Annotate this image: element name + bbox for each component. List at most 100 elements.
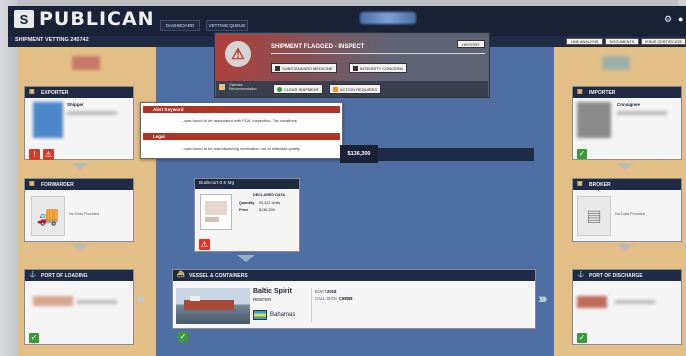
vessel-flag bbox=[253, 310, 267, 320]
operator-recommendation-label: Operator Recommendation bbox=[229, 83, 257, 91]
forwarder-no-data: No Data Provided bbox=[69, 212, 99, 216]
price-value: $136,300 bbox=[259, 208, 275, 212]
broker-card[interactable]: ▣ BROKER ▤ No Data Provided bbox=[572, 178, 682, 242]
cargo-chevron bbox=[237, 255, 255, 262]
tab-dashboard[interactable]: DASHBOARD bbox=[160, 20, 200, 31]
discharge-arrows: ›››› bbox=[538, 290, 548, 306]
shipment-title: SHIPMENT VETTING 245742 bbox=[15, 37, 89, 43]
integrity-icon bbox=[353, 65, 358, 71]
forwarder-header: ▣ FORWARDER bbox=[25, 179, 133, 190]
forwarder-truck-icon: 🚚 bbox=[31, 196, 65, 236]
importer-card[interactable]: ▣ IMPORTER Consignee ✓ bbox=[572, 86, 682, 160]
issue-certificate-button[interactable]: ISSUE CERTIFICATE bbox=[641, 38, 686, 45]
exporter-chevron bbox=[71, 163, 89, 170]
quantity-label: Quantity bbox=[239, 201, 255, 205]
port-of-loading-flag bbox=[33, 296, 73, 306]
port-of-loading-card[interactable]: ⚓ PORT OF LOADING ✓ bbox=[24, 269, 134, 345]
call-sign-value: C6EB8 bbox=[339, 296, 353, 301]
user-icon[interactable]: ● bbox=[678, 14, 683, 24]
vessel-type: REEFER bbox=[253, 297, 272, 302]
vessel-name: Baltic Spirit bbox=[253, 288, 292, 295]
cargo-warning-icon[interactable]: ⚠ bbox=[199, 239, 210, 250]
vessel-card[interactable]: ⛴ VESSEL & CONTAINERS Baltic Spirit REEFE… bbox=[172, 269, 536, 329]
tag-substandard-medicine[interactable]: SUBSTANDARD MEDICINE bbox=[271, 63, 337, 73]
clear-shipment-button[interactable]: CLEAR SHIPMENT bbox=[273, 84, 324, 94]
flag-divider bbox=[271, 53, 485, 54]
importer-icon: ▣ bbox=[577, 89, 583, 95]
exporter-country-flag bbox=[72, 56, 100, 70]
legal-heading: Legal bbox=[143, 133, 340, 140]
action-required-button[interactable]: ACTION REQUIRED bbox=[329, 84, 382, 94]
price-label: Price bbox=[239, 208, 249, 212]
importer-check-icon[interactable]: ✓ bbox=[577, 149, 587, 159]
port-of-discharge-name bbox=[615, 300, 655, 304]
exporter-card[interactable]: ▣ EXPORTER Shipper ! ⚠ bbox=[24, 86, 134, 160]
brand-logo[interactable]: S PUBLICAN bbox=[14, 8, 155, 30]
importer-chevron bbox=[616, 163, 634, 170]
medicine-icon bbox=[275, 65, 280, 71]
broker-header: ▣ BROKER bbox=[573, 179, 681, 190]
vessel-header: ⛴ VESSEL & CONTAINERS bbox=[173, 270, 535, 281]
tab-vetting-queue[interactable]: VETTING QUEUE bbox=[206, 20, 248, 31]
cargo-card[interactable]: Budecort 0.5 Mg DECLARED DATA Quantity 9… bbox=[194, 178, 300, 252]
alert-popup: Alert Keyword ...was found to be associa… bbox=[140, 102, 343, 159]
tag-integrity-concern[interactable]: INTEGRITY CONCERN bbox=[349, 63, 407, 73]
broker-id-icon: ▤ bbox=[577, 196, 611, 236]
built-value: 2018 bbox=[327, 289, 337, 294]
broker-chevron bbox=[616, 244, 634, 251]
ship-icon: ⛴ bbox=[177, 272, 185, 278]
alert-keyword-text: ...was found to be associated with FDA, … bbox=[181, 118, 297, 123]
logo-icon: S bbox=[14, 10, 34, 28]
exporter-name-redacted bbox=[67, 111, 117, 115]
operator-icon bbox=[219, 84, 225, 90]
importer-logo bbox=[577, 102, 611, 138]
discharge-port-icon: ⚓ bbox=[577, 272, 585, 278]
importer-role: Consignee bbox=[617, 102, 641, 107]
cargo-title: Budecort 0.5 Mg bbox=[195, 179, 299, 189]
flag-title: SHIPMENT FLAGGED - INSPECT bbox=[271, 44, 365, 50]
flag-panel: ⚠ SHIPMENT FLAGGED - INSPECT HISTORY SUB… bbox=[214, 32, 490, 98]
vessel-photo bbox=[176, 288, 250, 324]
exporter-role: Shipper bbox=[67, 102, 84, 107]
vessel-divider bbox=[311, 288, 312, 322]
forwarder-card[interactable]: ▣ FORWARDER 🚚 No Data Provided bbox=[24, 178, 134, 242]
vessel-check-icon[interactable]: ✓ bbox=[178, 332, 188, 342]
documents-button[interactable]: DOCUMENTS bbox=[605, 38, 639, 45]
warning-icon[interactable]: ⚠ bbox=[43, 149, 54, 160]
port-of-discharge-header: ⚓ PORT OF DISCHARGE bbox=[573, 270, 681, 281]
port-of-discharge-flag bbox=[577, 296, 607, 308]
vessel-flag-country: Bahamas bbox=[270, 312, 296, 318]
clear-check-icon bbox=[277, 86, 282, 92]
exporter-logo bbox=[33, 102, 63, 138]
link-analysis-button[interactable]: LINK ANALYSIS bbox=[566, 38, 603, 45]
call-sign-label: CALL SIGN bbox=[315, 296, 337, 301]
importer-header: ▣ IMPORTER bbox=[573, 87, 681, 98]
port-icon: ⚓ bbox=[29, 272, 37, 278]
alert-icon[interactable]: ! bbox=[29, 149, 40, 160]
port-of-discharge-card[interactable]: ⚓ PORT OF DISCHARGE ✓ bbox=[572, 269, 682, 345]
discharge-check-icon[interactable]: ✓ bbox=[577, 333, 587, 343]
flag-panel-header bbox=[216, 34, 488, 81]
forwarder-header-icon: ▣ bbox=[29, 181, 35, 187]
settings-icon[interactable]: ⚙ bbox=[664, 14, 672, 25]
open-indicator bbox=[360, 12, 416, 24]
declared-heading: DECLARED DATA bbox=[253, 193, 286, 197]
exporter-icon: ▣ bbox=[29, 89, 35, 95]
value-tag: $136,300 bbox=[340, 145, 378, 163]
exporter-header: ▣ EXPORTER bbox=[25, 87, 133, 98]
brand-name: PUBLICAN bbox=[39, 8, 155, 30]
forwarder-chevron bbox=[71, 244, 89, 251]
legal-text: ...was found to be manufacturing medicat… bbox=[181, 146, 300, 151]
action-icon bbox=[333, 86, 338, 92]
loading-check-icon[interactable]: ✓ bbox=[29, 333, 39, 343]
importer-country-flag bbox=[602, 56, 630, 70]
history-button[interactable]: HISTORY bbox=[457, 40, 485, 48]
cargo-photo bbox=[200, 194, 232, 230]
port-of-loading-name bbox=[77, 300, 117, 304]
flagged-shipment-icon: ⚠ bbox=[225, 41, 251, 67]
loading-arrows: ›››› bbox=[136, 290, 146, 306]
port-of-loading-header: ⚓ PORT OF LOADING bbox=[25, 270, 133, 281]
broker-header-icon: ▣ bbox=[577, 181, 583, 187]
quantity-value: 96,321 Units bbox=[259, 201, 281, 205]
built-label: BUILT bbox=[315, 289, 327, 294]
